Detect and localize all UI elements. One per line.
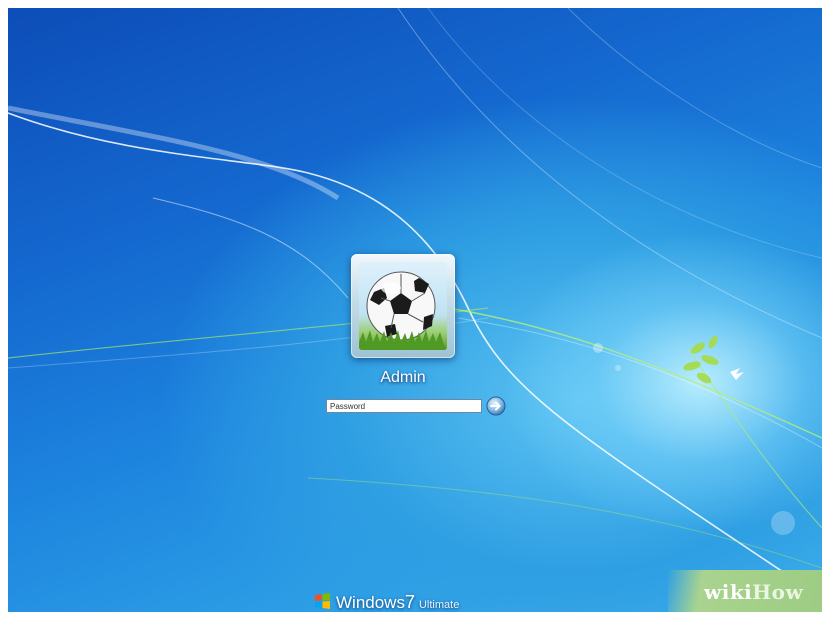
- brand-version: 7: [404, 592, 415, 612]
- leaf-sprig-icon: [683, 335, 719, 384]
- user-tile[interactable]: [351, 254, 455, 358]
- brand-edition: Ultimate: [418, 599, 460, 611]
- soccer-ball-icon: [359, 262, 447, 350]
- windows-flag-icon: [313, 592, 332, 611]
- windows-branding: Windows 7 Ultimate: [313, 589, 459, 612]
- watermark-how: How: [752, 580, 804, 604]
- arrow-right-icon: [486, 396, 506, 416]
- password-input[interactable]: [326, 399, 482, 413]
- brand-product: Windows: [336, 593, 405, 612]
- submit-arrow-button[interactable]: [486, 396, 506, 416]
- watermark-text: wikiHow: [704, 580, 803, 604]
- username-label: Admin: [380, 369, 426, 386]
- watermark-wiki: wiki: [704, 580, 753, 604]
- wikihow-watermark: wikiHow: [668, 570, 822, 612]
- bird-icon: [730, 368, 744, 380]
- login-screen: Admin Windows 7 Ultimate wikiHow: [8, 8, 822, 612]
